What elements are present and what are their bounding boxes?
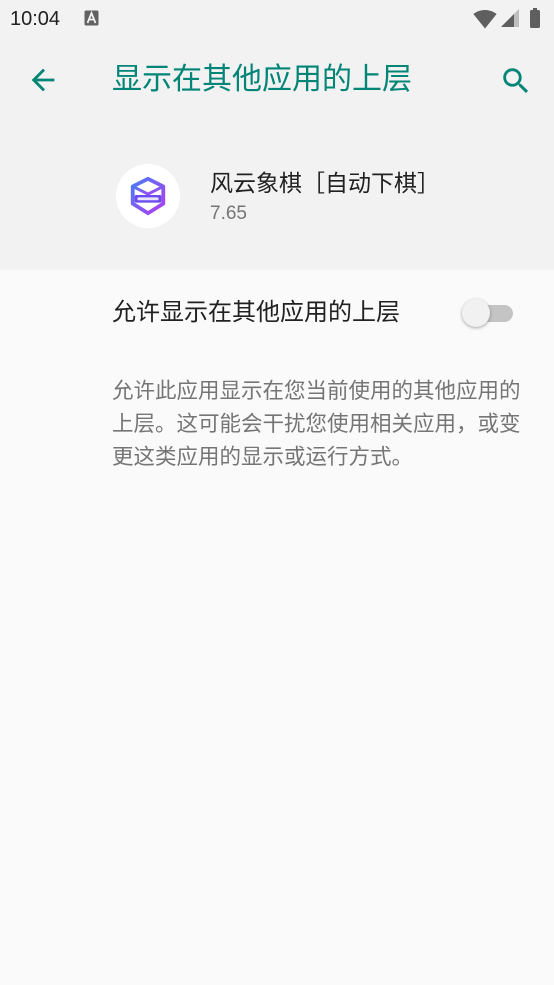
allow-overlay-toggle[interactable] xyxy=(461,298,515,328)
allow-overlay-setting-row[interactable]: 允许显示在其他应用的上层 xyxy=(0,270,554,356)
setting-label: 允许显示在其他应用的上层 xyxy=(112,299,400,326)
app-info-header: 风云象棋［自动下棋］ 7.65 xyxy=(0,125,554,270)
battery-icon xyxy=(530,8,540,28)
app-version: 7.65 xyxy=(210,203,247,224)
setting-description: 允许此应用显示在您当前使用的其他应用的上层。这可能会干扰您使用相关应用，或变更这… xyxy=(112,379,521,469)
search-button[interactable] xyxy=(499,64,533,98)
app-logo-icon xyxy=(130,176,166,216)
toggle-thumb xyxy=(462,299,490,327)
app-name: 风云象棋［自动下棋］ xyxy=(210,170,440,196)
status-bar: 10:04 xyxy=(0,0,554,37)
wifi-icon xyxy=(473,10,497,29)
cell-signal-icon xyxy=(501,9,519,27)
arrow-back-icon xyxy=(31,68,55,92)
page-title: 显示在其他应用的上层 xyxy=(112,63,412,96)
back-button[interactable] xyxy=(26,63,60,97)
search-icon xyxy=(503,68,529,94)
text-a-notification-icon xyxy=(84,10,99,26)
app-bar: 显示在其他应用的上层 xyxy=(0,37,554,125)
status-time: 10:04 xyxy=(10,8,61,30)
app-launcher-icon xyxy=(116,164,180,228)
